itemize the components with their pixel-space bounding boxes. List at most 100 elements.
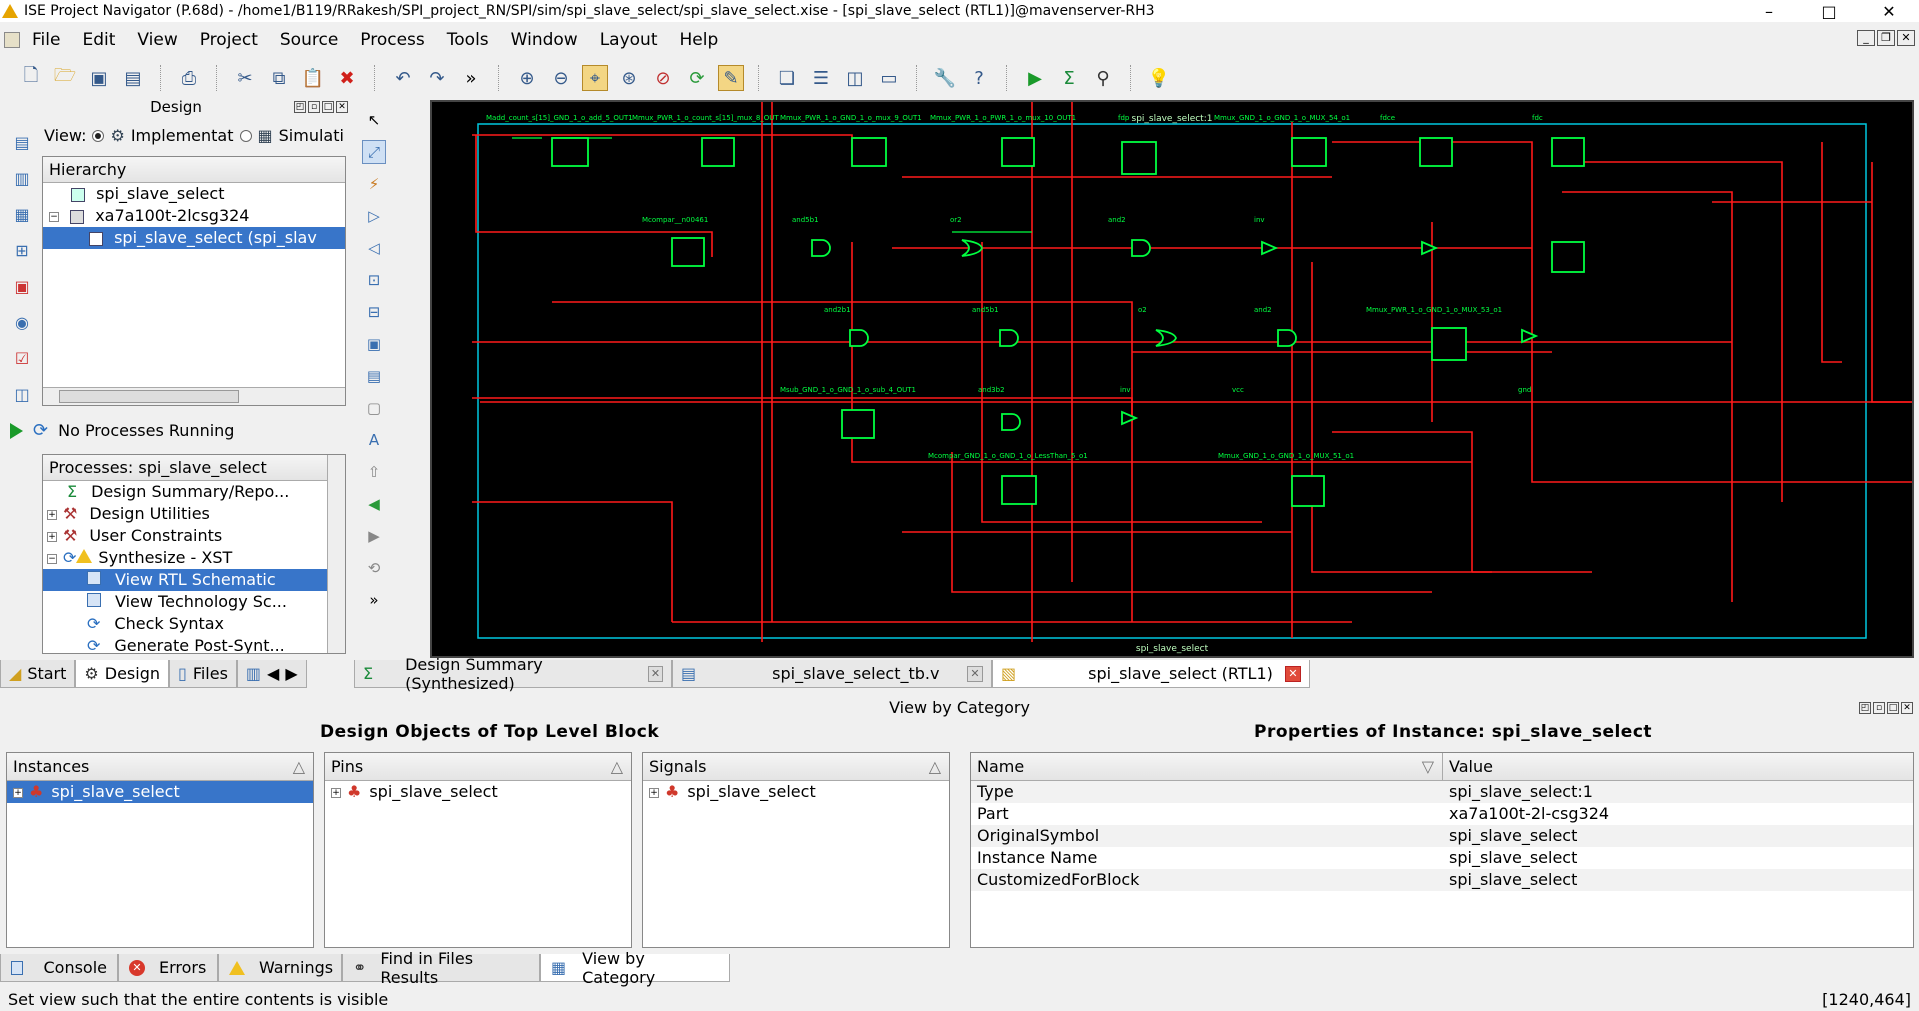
push-into-icon[interactable]: ⊡: [362, 268, 386, 292]
menu-view[interactable]: View: [137, 30, 177, 50]
process-item[interactable]: ⟳ Generate Post-Synt...: [43, 635, 345, 653]
process-item[interactable]: Σ Design Summary/Repo...: [43, 481, 345, 503]
redo-icon[interactable]: ↷: [424, 65, 450, 91]
hierarchy-hscroll[interactable]: [43, 387, 345, 405]
sort-icon[interactable]: △: [293, 753, 305, 780]
add-io-marker-icon[interactable]: ▷: [362, 204, 386, 228]
add-wire-icon[interactable]: ⚡: [362, 172, 386, 196]
schematic-drawing[interactable]: spi_slave_select:1 spi_slave_select Madd…: [432, 102, 1912, 656]
menu-project[interactable]: Project: [200, 30, 258, 50]
zoom-area-icon[interactable]: ⊘: [650, 65, 676, 91]
properties-icon[interactable]: ◉: [10, 310, 34, 334]
rtl-schematic-canvas[interactable]: spi_slave_select:1 spi_slave_select Madd…: [430, 100, 1914, 658]
process-item-selected[interactable]: View RTL Schematic: [43, 569, 345, 591]
tree-item-project[interactable]: spi_slave_select: [43, 183, 345, 205]
value-column-header[interactable]: Value: [1443, 753, 1493, 780]
scroll-left-icon[interactable]: ◀: [267, 664, 279, 683]
menu-file[interactable]: File: [32, 30, 60, 50]
pins-header[interactable]: Pins △: [325, 753, 631, 781]
tab-view-by-category[interactable]: ▦ View by Category: [540, 949, 730, 987]
panel-close-button[interactable]: ✕: [336, 101, 348, 113]
run-icon[interactable]: ▶: [1022, 65, 1048, 91]
paste-icon[interactable]: 📋: [300, 65, 326, 91]
sigma-summary-icon[interactable]: Σ: [1056, 65, 1082, 91]
panel-float-button[interactable]: ▫: [1873, 702, 1885, 714]
menu-tools[interactable]: Tools: [447, 30, 489, 50]
new-source-icon[interactable]: ▤: [10, 130, 34, 154]
mdi-close-button[interactable]: ✕: [1897, 30, 1915, 46]
lightbulb-icon[interactable]: 💡: [1146, 65, 1172, 91]
process-item[interactable]: − ⟳ Synthesize - XST: [43, 547, 345, 569]
sort-icon[interactable]: △: [929, 753, 941, 780]
new-file-icon[interactable]: 🗋: [18, 65, 44, 91]
scroll-right-icon[interactable]: ▶: [285, 664, 297, 683]
mdi-restore-button[interactable]: ❐: [1877, 30, 1895, 46]
document-icon[interactable]: [4, 32, 20, 48]
help-cursor-icon[interactable]: ?: [966, 65, 992, 91]
menu-layout[interactable]: Layout: [600, 30, 658, 50]
tile-horizontal-icon[interactable]: ☰: [808, 65, 834, 91]
tab-find-in-files[interactable]: ⚭ Find in Files Results: [342, 949, 540, 987]
save-icon[interactable]: ▣: [86, 65, 112, 91]
table-row[interactable]: Type spi_slave_select:1: [971, 781, 1913, 803]
upload-icon[interactable]: ⇧: [362, 460, 386, 484]
table-row[interactable]: CustomizedForBlock spi_slave_select: [971, 869, 1913, 891]
open-folder-icon[interactable]: 🗁: [52, 65, 78, 91]
menu-help[interactable]: Help: [680, 30, 719, 50]
zoom-fit-icon[interactable]: ⌖: [582, 65, 608, 91]
expand-icon[interactable]: ◁: [362, 236, 386, 260]
collapse-icon[interactable]: −: [47, 553, 57, 564]
menu-source[interactable]: Source: [280, 30, 338, 50]
zoom-in-icon[interactable]: ⊕: [514, 65, 540, 91]
process-item[interactable]: + ⚒ Design Utilities: [43, 503, 345, 525]
cascade-windows-icon[interactable]: ❏: [774, 65, 800, 91]
tab-start[interactable]: ◢ Start: [0, 660, 76, 688]
close-button[interactable]: ✕: [1859, 2, 1919, 21]
close-tab-icon[interactable]: ✕: [648, 665, 663, 682]
zoom-selection-icon[interactable]: ⊛: [616, 65, 642, 91]
list-item[interactable]: + ♣ spi_slave_select: [7, 781, 313, 803]
pan-tool-icon[interactable]: ✎: [718, 65, 744, 91]
expand-icon[interactable]: +: [649, 787, 659, 798]
history-icon[interactable]: ⟲: [362, 556, 386, 580]
cut-icon[interactable]: ✂: [232, 65, 258, 91]
close-tab-icon[interactable]: ✕: [1285, 665, 1301, 682]
process-item[interactable]: ⟳ Check Syntax: [43, 613, 345, 635]
sort-icon[interactable]: △: [611, 753, 623, 780]
tab-console[interactable]: Console: [0, 954, 118, 982]
tab-design-summary[interactable]: Σ Design Summary (Synthesized) ✕: [354, 655, 672, 693]
sort-desc-icon[interactable]: ▽: [1422, 753, 1434, 780]
expand-icon[interactable]: +: [47, 531, 57, 542]
forward-icon[interactable]: ▶: [362, 524, 386, 548]
table-row[interactable]: Part xa7a100t-2l-csg324: [971, 803, 1913, 825]
minimize-button[interactable]: –: [1739, 2, 1799, 21]
refresh-icon[interactable]: ⟳: [684, 65, 710, 91]
hierarchy-icon[interactable]: ⊞: [10, 238, 34, 262]
remove-source-icon[interactable]: ▣: [10, 274, 34, 298]
panel-float-button[interactable]: ▫: [308, 101, 320, 113]
rename-icon[interactable]: ▢: [362, 396, 386, 420]
tree-item-top-module[interactable]: spi_slave_select (spi_slav: [43, 227, 345, 249]
pop-up-icon[interactable]: ⊟: [362, 300, 386, 324]
delete-icon[interactable]: ✖: [334, 65, 360, 91]
maximize-button[interactable]: □: [1799, 2, 1859, 21]
list-item[interactable]: + ♣ spi_slave_select: [643, 781, 949, 803]
more-tools-icon[interactable]: »: [362, 588, 386, 612]
menu-edit[interactable]: Edit: [82, 30, 115, 50]
expand-icon[interactable]: +: [13, 787, 23, 798]
fit-view-icon[interactable]: ⤢: [362, 140, 386, 164]
process-item[interactable]: View Technology Sc...: [43, 591, 345, 613]
add-symbol-icon[interactable]: ▤: [362, 364, 386, 388]
menu-window[interactable]: Window: [511, 30, 578, 50]
select-cursor-icon[interactable]: ↖: [362, 108, 386, 132]
wrench-icon[interactable]: 🔧: [932, 65, 958, 91]
expand-icon[interactable]: +: [47, 509, 57, 520]
tab-rtl-schematic[interactable]: ▧ spi_slave_select (RTL1) ✕: [992, 660, 1310, 688]
mark-icon[interactable]: ▣: [362, 332, 386, 356]
implementation-radio[interactable]: [92, 129, 105, 142]
add-source-icon[interactable]: ▥: [10, 166, 34, 190]
run-process-icon[interactable]: [10, 422, 23, 439]
zoom-out-icon[interactable]: ⊖: [548, 65, 574, 91]
list-item[interactable]: + ♣ spi_slave_select: [325, 781, 631, 803]
telescope-icon[interactable]: ⚲: [1090, 65, 1116, 91]
